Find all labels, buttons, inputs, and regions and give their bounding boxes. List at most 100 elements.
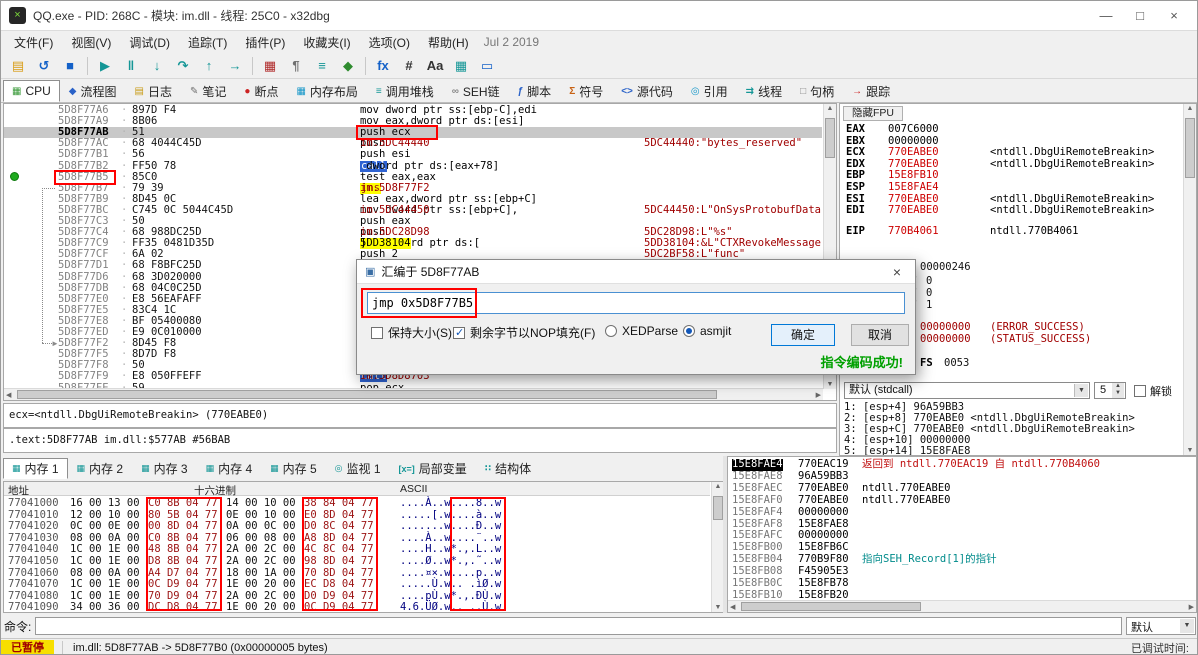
disasm-row[interactable]: 5D8F77B2 · FF50 78 call dword ptr ds:[eax+7… bbox=[4, 160, 822, 172]
flag-value: 0 bbox=[926, 275, 933, 287]
tab-struct[interactable]: ∷ 结构体 bbox=[476, 458, 540, 479]
register-row[interactable]: ESI 770EABE0 <ntdll.DbgUiRemoteBreakin> bbox=[840, 193, 1184, 205]
stack-row[interactable]: 15E8FAE4 770EAC19 返回到 ntdll.770EAC19 自 ntd… bbox=[728, 458, 1182, 471]
args-depth-stepper[interactable]: 5 ▲ ▼ bbox=[1094, 382, 1126, 399]
tab-log[interactable]: ▤ 日志 bbox=[126, 80, 181, 102]
register-row[interactable]: EDX 770EABE0 <ntdll.DbgUiRemoteBreakin> bbox=[840, 158, 1184, 170]
menu-item[interactable]: 收藏夹(I) bbox=[294, 32, 359, 53]
menu-item[interactable]: 追踪(T) bbox=[179, 32, 236, 53]
tab-memory-map[interactable]: ▦ 内存布局 bbox=[287, 80, 366, 102]
tab-call-stack[interactable]: ≡ 调用堆栈 bbox=[367, 80, 443, 102]
tab-symbols[interactable]: Σ 符号 bbox=[560, 80, 612, 102]
stack-row[interactable]: 15E8FAF0 770EABE0 ntdll.770EABE0 bbox=[728, 494, 1182, 507]
tab-memory-5[interactable]: ▦ 内存 5 bbox=[261, 458, 326, 479]
tab-memory-3[interactable]: ▦ 内存 3 bbox=[132, 458, 197, 479]
stack-row[interactable]: 15E8FB08 F45905E3 bbox=[728, 565, 1182, 578]
stack-horizontal-scrollbar[interactable]: ◀ ▶ bbox=[728, 600, 1196, 612]
open-file-icon[interactable]: ▤ bbox=[6, 55, 30, 77]
hide-fpu-button[interactable]: 隐藏FPU bbox=[843, 106, 903, 121]
tab-threads[interactable]: ⇉ 线程 bbox=[737, 80, 791, 102]
assemble-instruction-input[interactable] bbox=[367, 292, 905, 314]
comment-icon[interactable]: ¶ bbox=[284, 55, 308, 77]
register-row[interactable]: EIP 770B4061 ntdll.770B4061 bbox=[840, 226, 1184, 237]
asmjit-radio[interactable]: asmjit bbox=[683, 324, 731, 338]
stack-row[interactable]: 15E8FAE8 96A59BB3 bbox=[728, 470, 1182, 483]
tab-cpu[interactable]: ▦ CPU bbox=[3, 80, 60, 102]
register-row[interactable]: ECX 770EABE0 <ntdll.DbgUiRemoteBreakin> bbox=[840, 147, 1184, 158]
command-profile-select[interactable]: 默认 ▼ bbox=[1126, 617, 1196, 635]
stack-arg-row[interactable]: 5: [esp+14] 15E8FAE8 bbox=[840, 446, 1184, 456]
disasm-horizontal-scrollbar[interactable]: ◀ ▶ bbox=[4, 388, 823, 400]
xedparse-radio[interactable]: XEDParse bbox=[605, 324, 678, 338]
step-over-icon[interactable]: ↷ bbox=[171, 55, 195, 77]
restart-icon[interactable]: ↺ bbox=[32, 55, 56, 77]
dump-row[interactable]: 77041090 34 00 36 00 DC D8 04 77 1E 00 20 0… bbox=[4, 602, 710, 612]
register-row[interactable]: ESP 15E8FAE4 bbox=[840, 182, 1184, 193]
step-out-icon[interactable]: ↑ bbox=[197, 55, 221, 77]
tab-script[interactable]: ƒ 脚本 bbox=[509, 80, 561, 102]
command-input[interactable] bbox=[35, 617, 1122, 635]
dialog-close-icon[interactable]: × bbox=[887, 264, 907, 280]
tab-source[interactable]: <> 源代码 bbox=[612, 80, 682, 102]
tab-trace[interactable]: → 跟踪 bbox=[843, 80, 899, 102]
checkbox-label: 保持大小(S) bbox=[388, 326, 452, 340]
disasm-row[interactable]: 5D8F77B5 · 85C0 test eax,eax bbox=[4, 171, 822, 183]
font-icon[interactable]: Aa bbox=[423, 55, 447, 77]
close-button[interactable]: × bbox=[1157, 4, 1191, 28]
stack-row[interactable]: 15E8FAF8 15E8FAE8 bbox=[728, 518, 1182, 531]
patches-icon[interactable]: ▦ bbox=[258, 55, 282, 77]
check-shield-icon[interactable]: ◆ bbox=[336, 55, 360, 77]
tab-breakpoints[interactable]: ● 断点 bbox=[235, 80, 287, 102]
tab-memory-1[interactable]: ▦ 内存 1 bbox=[3, 458, 68, 479]
call-stack-icon[interactable]: ≡ bbox=[310, 55, 334, 77]
display-icon[interactable]: ▭ bbox=[475, 55, 499, 77]
run-icon[interactable]: ▶ bbox=[93, 55, 117, 77]
register-row[interactable]: EBX 00000000 bbox=[840, 135, 1184, 147]
stack-row[interactable]: 15E8FB04 770B9F80 指向SEH_Record[1]的指针 bbox=[728, 553, 1182, 566]
stack-row[interactable]: 15E8FB0C 15E8FB78 bbox=[728, 577, 1182, 590]
stack-row[interactable]: 15E8FAEC 770EABE0 ntdll.770EABE0 bbox=[728, 482, 1182, 495]
execute-till-return-icon[interactable]: → bbox=[223, 55, 247, 77]
tab-references[interactable]: ◎ 引用 bbox=[682, 80, 737, 102]
tab-locals[interactable]: [x=] 局部变量 bbox=[390, 458, 476, 479]
calling-convention-select[interactable]: 默认 (stdcall) ▼ bbox=[844, 382, 1090, 399]
step-into-icon[interactable]: ↓ bbox=[145, 55, 169, 77]
register-row[interactable]: EBP 15E8FB10 bbox=[840, 170, 1184, 181]
minimize-button[interactable]: — bbox=[1089, 4, 1123, 28]
window-title: QQ.exe - PID: 268C - 模块: im.dll - 线程: 25… bbox=[33, 9, 330, 23]
maximize-button[interactable]: □ bbox=[1123, 4, 1157, 28]
stack-row[interactable]: 15E8FAF4 00000000 bbox=[728, 506, 1182, 519]
stack-pane[interactable]: 15E8FAE4 770EAC19 返回到 ntdll.770EAC19 自 ntd… bbox=[727, 456, 1197, 613]
tab-memory-2[interactable]: ▦ 内存 2 bbox=[68, 458, 133, 479]
tab-graph[interactable]: ◆ 流程图 bbox=[60, 80, 126, 102]
dump-row[interactable]: 77041000 16 00 13 00 C0 8B 04 77 14 00 10 0… bbox=[4, 497, 710, 510]
tab-watch-1[interactable]: ◎ 监视 1 bbox=[326, 458, 390, 479]
menu-item[interactable]: 插件(P) bbox=[236, 32, 294, 53]
ok-button[interactable]: 确定 bbox=[771, 324, 835, 346]
register-row[interactable]: EAX 007C6000 bbox=[840, 124, 1184, 135]
registers-vertical-scrollbar[interactable]: ▲ ▼ bbox=[1183, 104, 1196, 455]
tab-handles[interactable]: □ 句柄 bbox=[791, 80, 843, 102]
menu-item[interactable]: 调试(D) bbox=[120, 32, 179, 53]
tab-notes[interactable]: ✎ 笔记 bbox=[181, 80, 235, 102]
tab-seh-chain[interactable]: ∞ SEH链 bbox=[443, 80, 509, 102]
menu-item[interactable]: 选项(O) bbox=[360, 32, 419, 53]
dump-row[interactable]: 77041050 1C 00 1E 00 D8 8B 04 77 2A 00 2C 0… bbox=[4, 555, 710, 568]
menu-item[interactable]: 视图(V) bbox=[62, 32, 120, 53]
tab-memory-4[interactable]: ▦ 内存 4 bbox=[197, 458, 262, 479]
memory-dump-pane[interactable]: 地址 十六进制 ASCII 77041000 16 00 13 00 C0 8B 0… bbox=[3, 481, 725, 613]
disasm-row[interactable]: 5D8F77B1 · 56 push esi bbox=[4, 149, 822, 160]
memory-chip-icon[interactable]: ▦ bbox=[449, 55, 473, 77]
pause-icon[interactable]: ‖ bbox=[119, 55, 143, 77]
keep-size-checkbox[interactable]: 保持大小(S) bbox=[371, 324, 452, 341]
unlock-checkbox[interactable]: 解锁 bbox=[1134, 383, 1172, 399]
register-row[interactable]: EDI 770EABE0 <ntdll.DbgUiRemoteBreakin> bbox=[840, 205, 1184, 216]
script-function-icon[interactable]: fx bbox=[371, 55, 395, 77]
calculator-icon[interactable]: # bbox=[397, 55, 421, 77]
cancel-button[interactable]: 取消 bbox=[851, 324, 909, 346]
nop-fill-checkbox[interactable]: 剩余字节以NOP填充(F) bbox=[453, 324, 595, 341]
stack-row[interactable]: 15E8FAFC 00000000 bbox=[728, 529, 1182, 542]
menu-item[interactable]: 文件(F) bbox=[5, 32, 62, 53]
stop-icon[interactable]: ■ bbox=[58, 55, 82, 77]
menu-item[interactable]: 帮助(H) bbox=[419, 32, 478, 53]
